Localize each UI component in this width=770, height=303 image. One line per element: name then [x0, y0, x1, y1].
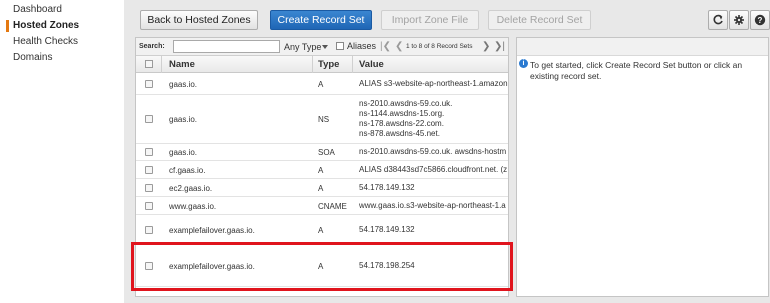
last-page-icon[interactable]: ❯| — [494, 41, 505, 52]
sidebar-item-health-checks[interactable]: Health Checks — [0, 34, 124, 50]
row-checkbox[interactable] — [145, 115, 153, 123]
record-name: gaas.io. — [169, 115, 198, 124]
gear-icon — [734, 15, 744, 25]
chevron-down-icon — [322, 45, 328, 49]
sidebar: Dashboard Hosted Zones Health Checks Dom… — [0, 0, 124, 303]
search-input[interactable] — [173, 40, 280, 53]
create-record-set-button[interactable]: Create Record Set — [270, 10, 372, 30]
table-header: Name Type Value — [136, 56, 508, 73]
row-checkbox[interactable] — [145, 184, 153, 192]
record-name: ec2.gaas.io. — [169, 184, 213, 193]
column-header-name[interactable]: Name — [169, 59, 195, 70]
sidebar-nav: Dashboard Hosted Zones Health Checks Dom… — [0, 0, 124, 66]
help-button[interactable]: ? — [750, 10, 770, 30]
next-page-icon[interactable]: ❯ — [482, 41, 490, 52]
record-value: 54.178.149.132 — [359, 225, 415, 234]
record-type: A — [318, 80, 324, 89]
search-label: Search: — [139, 43, 165, 50]
get-started-message: To get started, click Create Record Set … — [530, 60, 743, 81]
record-name: examplefailover.gaas.io. — [169, 262, 255, 271]
table-row[interactable]: gaas.io. SOA ns-2010.awsdns-59.co.uk. aw… — [136, 144, 508, 161]
delete-record-set-button[interactable]: Delete Record Set — [488, 10, 591, 30]
help-icon: ? — [754, 14, 766, 26]
record-name: cf.gaas.io. — [169, 166, 206, 175]
refresh-button[interactable] — [708, 10, 728, 30]
filter-bar: Search: Any Type Aliases |❮ ❮ 1 to 8 of … — [136, 38, 508, 56]
toolbar: Back to Hosted Zones Create Record Set I… — [124, 0, 770, 36]
table-row[interactable]: ec2.gaas.io. A 54.178.149.132 — [136, 179, 508, 197]
table-row[interactable]: www.gaas.io. CNAME www.gaas.io.s3-websit… — [136, 197, 508, 215]
type-filter-select[interactable]: Any Type — [284, 42, 321, 52]
row-checkbox[interactable] — [145, 148, 153, 156]
import-zone-file-button[interactable]: Import Zone File — [381, 10, 479, 30]
record-type: A — [318, 184, 324, 193]
record-type: A — [318, 166, 324, 175]
record-type: CNAME — [318, 202, 347, 211]
svg-text:?: ? — [758, 16, 763, 25]
row-checkbox[interactable] — [145, 166, 153, 174]
record-name: gaas.io. — [169, 148, 198, 157]
table-row[interactable]: cf.gaas.io. A ALIAS d38443sd7c5866.cloud… — [136, 161, 508, 179]
details-header — [517, 38, 768, 56]
row-checkbox[interactable] — [145, 202, 153, 210]
record-name: gaas.io. — [169, 80, 198, 89]
back-to-hosted-zones-button[interactable]: Back to Hosted Zones — [140, 10, 258, 30]
row-checkbox[interactable] — [145, 262, 153, 270]
record-name: examplefailover.gaas.io. — [169, 226, 255, 235]
main-content: Back to Hosted Zones Create Record Set I… — [124, 0, 770, 303]
table-row[interactable]: gaas.io. NS ns-2010.awsdns-59.co.uk. ns-… — [136, 95, 508, 144]
record-type: A — [318, 262, 324, 271]
record-sets-panel: Search: Any Type Aliases |❮ ❮ 1 to 8 of … — [135, 37, 509, 297]
record-value: 54.178.198.254 — [359, 261, 415, 270]
record-name: www.gaas.io. — [169, 202, 217, 211]
record-value: 54.178.149.132 — [359, 183, 415, 192]
record-type: SOA — [318, 148, 335, 157]
prev-page-icon[interactable]: ❮ — [395, 41, 403, 52]
info-icon: i — [519, 59, 528, 68]
first-page-icon[interactable]: |❮ — [380, 41, 391, 52]
record-type: A — [318, 226, 324, 235]
row-checkbox[interactable] — [145, 80, 153, 88]
settings-button[interactable] — [729, 10, 749, 30]
sidebar-item-dashboard[interactable]: Dashboard — [0, 2, 124, 18]
record-value: ns-2010.awsdns-59.co.uk. ns-1144.awsdns-… — [359, 99, 453, 138]
column-header-value[interactable]: Value — [359, 59, 384, 70]
column-header-type[interactable]: Type — [318, 59, 339, 70]
record-value: ALIAS d38443sd7c5866.cloudfront.net. (z — [359, 165, 508, 174]
panel-splitter[interactable] — [509, 37, 516, 297]
record-details-panel: i To get started, click Create Record Se… — [516, 37, 769, 297]
sidebar-item-hosted-zones[interactable]: Hosted Zones — [0, 18, 124, 34]
record-value: www.gaas.io.s3-website-ap-northeast-1.a — [359, 201, 506, 210]
record-value: ALIAS s3-website-ap-northeast-1.amazon — [359, 79, 508, 88]
table-row[interactable]: gaas.io. A ALIAS s3-website-ap-northeast… — [136, 73, 508, 95]
pagination-text: 1 to 8 of 8 Record Sets — [406, 43, 473, 50]
record-value: ns-2010.awsdns-59.co.uk. awsdns-hostm — [359, 147, 507, 156]
aliases-checkbox[interactable] — [336, 42, 344, 50]
record-type: NS — [318, 115, 330, 124]
table-row[interactable]: examplefailover.gaas.io. A 54.178.198.25… — [136, 244, 508, 287]
table-row[interactable]: examplefailover.gaas.io. A 54.178.149.13… — [136, 215, 508, 244]
refresh-icon — [713, 14, 723, 25]
sidebar-item-domains[interactable]: Domains — [0, 50, 124, 66]
aliases-label: Aliases — [347, 41, 377, 51]
row-checkbox[interactable] — [145, 226, 153, 234]
select-all-checkbox[interactable] — [145, 60, 153, 68]
